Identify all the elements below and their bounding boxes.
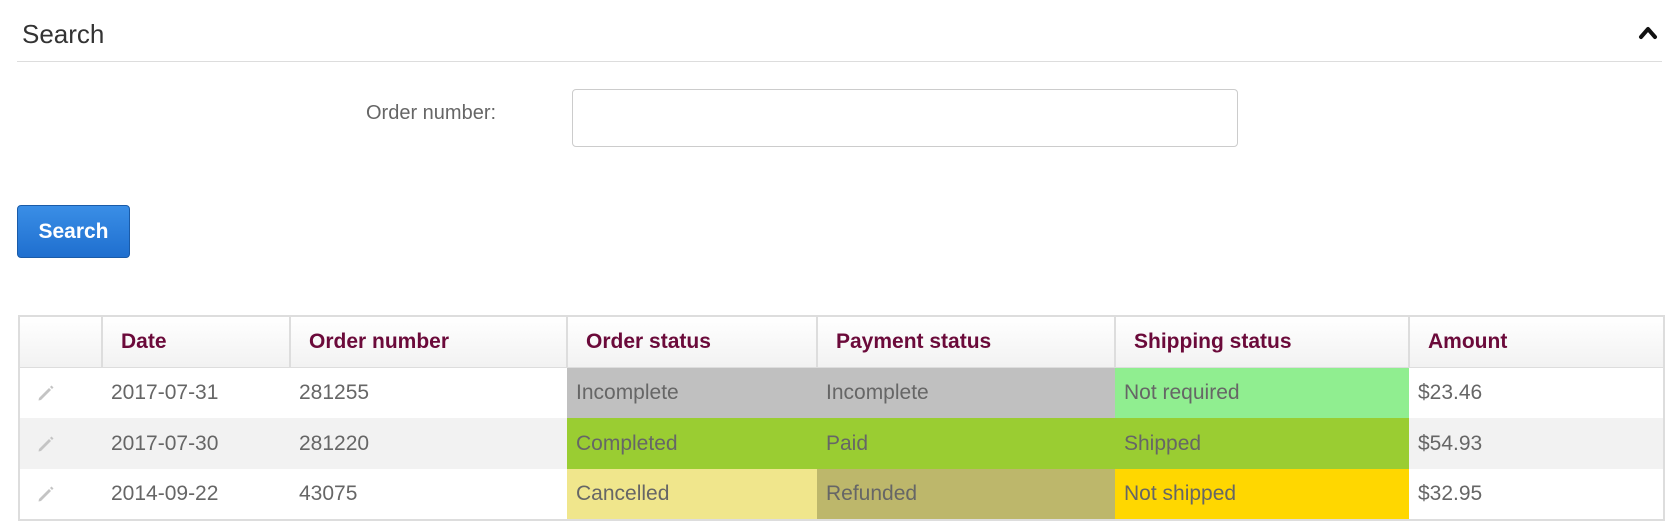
cell-shipping-status: Not required	[1115, 367, 1409, 418]
orders-table: Date Order number Order status Payment s…	[18, 315, 1665, 521]
cell-order-number: 281255	[290, 367, 567, 418]
cell-order-status: Cancelled	[567, 469, 817, 520]
chevron-up-icon[interactable]	[1638, 24, 1658, 40]
column-header-order-status[interactable]: Order status	[566, 316, 817, 368]
pencil-icon[interactable]	[36, 482, 56, 505]
table-row: 2017-07-30 281220 Completed Paid Shipped $54.…	[19, 418, 1664, 469]
panel-title: Search	[22, 19, 105, 49]
cell-payment-status: Incomplete	[817, 367, 1115, 418]
cell-payment-status: Paid	[817, 418, 1115, 469]
cell-amount: $23.46	[1409, 367, 1664, 418]
column-header-order-number[interactable]: Order number	[289, 316, 567, 368]
cell-date: 2014-09-22	[102, 469, 290, 520]
order-number-input[interactable]	[572, 89, 1238, 147]
cell-amount: $32.95	[1409, 469, 1664, 520]
column-header-amount[interactable]: Amount	[1408, 316, 1664, 368]
table-row: 2014-09-22 43075 Cancelled Refunded Not ship…	[19, 469, 1664, 520]
cell-order-number: 281220	[290, 418, 567, 469]
cell-payment-status: Refunded	[817, 469, 1115, 520]
search-panel-header[interactable]: Search	[17, 0, 1662, 62]
edit-cell[interactable]	[19, 367, 102, 418]
column-header-date[interactable]: Date	[101, 316, 290, 368]
pencil-icon[interactable]	[36, 432, 56, 455]
edit-cell[interactable]	[19, 469, 102, 520]
cell-amount: $54.93	[1409, 418, 1664, 469]
cell-order-number: 43075	[290, 469, 567, 520]
order-number-label: Order number:	[366, 102, 497, 124]
column-header-payment-status[interactable]: Payment status	[816, 316, 1115, 368]
column-header-edit	[19, 316, 102, 368]
edit-cell[interactable]	[19, 418, 102, 469]
cell-order-status: Completed	[567, 418, 817, 469]
search-button[interactable]: Search	[17, 205, 130, 258]
table-row: 2017-07-31 281255 Incomplete Incomplete Not …	[19, 367, 1664, 418]
cell-date: 2017-07-31	[102, 367, 290, 418]
cell-date: 2017-07-30	[102, 418, 290, 469]
cell-shipping-status: Shipped	[1115, 418, 1409, 469]
table-header-row: Date Order number Order status Payment s…	[19, 316, 1664, 368]
cell-order-status: Incomplete	[567, 367, 817, 418]
cell-shipping-status: Not shipped	[1115, 469, 1409, 520]
column-header-shipping-status[interactable]: Shipping status	[1114, 316, 1409, 368]
pencil-icon[interactable]	[36, 381, 56, 404]
